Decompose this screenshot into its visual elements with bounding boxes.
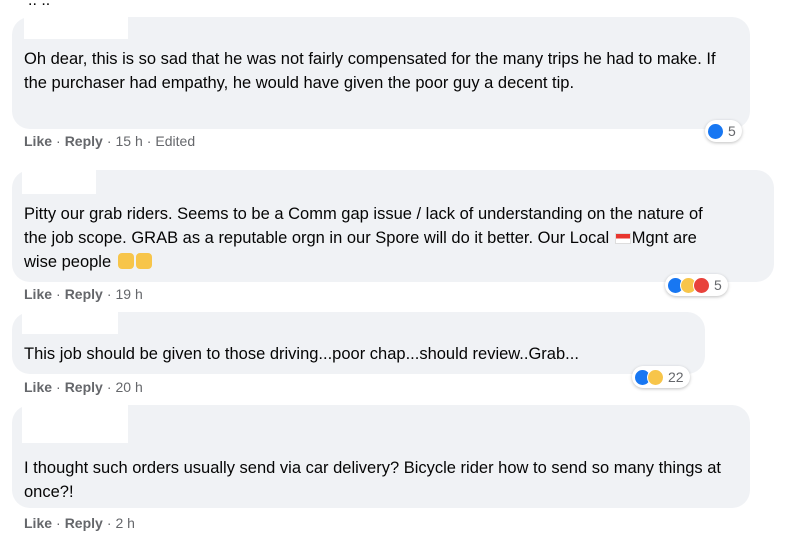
like-link[interactable]: Like [24,515,52,531]
reaction-summary[interactable]: 5 [705,120,742,142]
previous-comment-fragment: .. .. [28,0,51,9]
like-link[interactable]: Like [24,286,52,302]
timestamp[interactable]: 2 h [115,515,134,531]
comment-actions: Like · Reply · 15 h · Edited [24,133,195,149]
separator: · [56,515,61,531]
redacted-author-name [24,17,128,39]
comment-text: Pitty our grab riders. Seems to be a Com… [24,202,729,274]
like-icon [707,122,724,140]
comment-text: I thought such orders usually send via c… [24,459,722,501]
redacted-author-name [22,405,128,443]
separator: · [106,515,112,531]
separator: · [146,133,152,149]
redacted-author-name [22,170,96,194]
angry-icon [693,276,710,294]
thumbs-up-emoji-icon [117,253,134,269]
singapore-flag-icon [614,233,631,244]
redacted-author-name [22,312,118,334]
wow-icon [647,368,664,386]
edited-label[interactable]: Edited [155,133,195,149]
separator: · [106,133,112,149]
reaction-count: 22 [668,369,684,385]
separator: · [106,379,112,395]
comment-text-part1: Pitty our grab riders. Seems to be a Com… [24,205,703,247]
comment-actions: Like · Reply · 2 h [24,515,135,531]
comment-actions: Like · Reply · 19 h [24,286,143,302]
separator: · [56,379,61,395]
reply-link[interactable]: Reply [65,133,103,149]
comment-text: Oh dear, this is so sad that he was not … [24,50,716,92]
reply-link[interactable]: Reply [65,515,103,531]
raised-hands-emoji-icon [135,253,152,269]
timestamp[interactable]: 19 h [115,286,142,302]
like-link[interactable]: Like [24,379,52,395]
separator: · [106,286,112,302]
reply-link[interactable]: Reply [65,379,103,395]
reaction-summary[interactable]: 22 [632,366,690,388]
comment-text: This job should be given to those drivin… [24,345,579,363]
reply-link[interactable]: Reply [65,286,103,302]
reaction-count: 5 [714,277,722,293]
like-link[interactable]: Like [24,133,52,149]
timestamp[interactable]: 15 h [115,133,142,149]
timestamp[interactable]: 20 h [115,379,142,395]
reaction-summary[interactable]: 5 [665,274,728,296]
separator: · [56,133,61,149]
separator: · [56,286,61,302]
reaction-count: 5 [728,123,736,139]
comment-actions: Like · Reply · 20 h [24,379,143,395]
